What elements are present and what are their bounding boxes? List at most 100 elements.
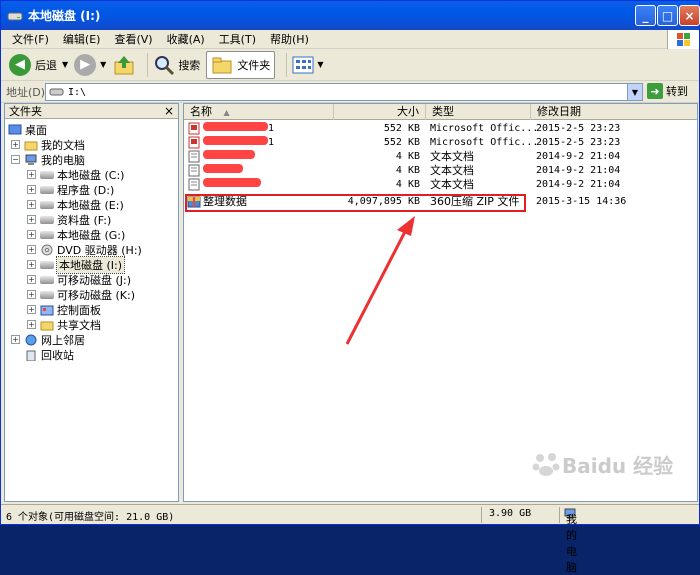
tree-item-dvd-h[interactable]: + DVD 驱动器 (H:)	[27, 242, 142, 257]
file-list-pane: 名称 ▲ 大小 类型 修改日期 1 552 KB Microsoft Offic…	[183, 103, 698, 502]
chevron-down-icon: ▼	[62, 60, 69, 69]
tree-item-recycle-bin[interactable]: 回收站	[24, 347, 74, 362]
expand-icon[interactable]: +	[11, 140, 20, 149]
chevron-down-icon: ▼	[317, 60, 324, 69]
drive-icon	[7, 9, 23, 23]
windows-logo-icon	[667, 30, 699, 49]
close-icon[interactable]: ×	[164, 104, 174, 118]
expand-icon[interactable]: +	[27, 170, 36, 179]
go-button[interactable]: ➜ 转到	[647, 83, 688, 99]
expand-icon[interactable]: +	[27, 290, 36, 299]
control-panel-icon	[40, 305, 54, 315]
menu-favorites[interactable]: 收藏(A)	[160, 31, 212, 47]
menu-tools[interactable]: 工具(T)	[212, 31, 263, 47]
tree-item-my-computer[interactable]: − 我的电脑	[11, 152, 85, 167]
address-label: 地址(D)	[6, 85, 46, 99]
expand-icon[interactable]: +	[27, 200, 36, 209]
views-button[interactable]: ▼	[292, 51, 323, 79]
tree-item-removable-j[interactable]: + 可移动磁盘 (J:)	[27, 272, 131, 287]
forward-button[interactable]: ▶ ▼	[74, 51, 106, 79]
sort-ascending-icon: ▲	[223, 108, 230, 117]
network-icon	[25, 334, 37, 345]
back-arrow-icon: ◀	[9, 53, 31, 76]
menu-file[interactable]: 文件(F)	[5, 31, 56, 47]
column-modified[interactable]: 修改日期	[531, 104, 697, 120]
dvd-drive-icon	[41, 244, 53, 255]
search-button[interactable]: 搜索	[153, 51, 200, 79]
maximize-button[interactable]: □	[657, 5, 678, 26]
explorer-window: 本地磁盘 (I:) _ □ × 文件(F) 编辑(E) 查看(V) 收藏(A) …	[0, 0, 700, 574]
desktop-icon	[8, 124, 22, 134]
redacted-mark	[203, 122, 268, 131]
menu-edit[interactable]: 编辑(E)	[56, 31, 108, 47]
folders-pane: 文件夹 × 桌面 + 我的文档 − 我的电脑 + 本地磁盘 (C:) + 程序盘…	[4, 103, 179, 502]
tree-item-drive-i[interactable]: + 本地磁盘 (I:)	[27, 255, 126, 274]
text-file-icon	[188, 178, 200, 195]
expand-icon[interactable]: +	[27, 320, 36, 329]
file-row[interactable]: 1 552 KB Microsoft Offic... 2015-2-5 23:…	[184, 136, 697, 150]
menu-view[interactable]: 查看(V)	[107, 31, 159, 47]
address-input[interactable]: I:\ ▼	[45, 83, 643, 101]
file-row[interactable]: 4 KB 文本文档 2014-9-2 21:04	[184, 164, 697, 178]
annotation-arrow	[345, 216, 415, 345]
drive-icon	[40, 230, 54, 239]
file-row[interactable]: 1 552 KB Microsoft Offic... 2015-2-5 23:…	[184, 122, 697, 136]
minimize-button[interactable]: _	[635, 5, 656, 26]
redacted-mark	[203, 178, 261, 187]
column-size[interactable]: 大小	[334, 104, 426, 120]
tree-item-drive-e[interactable]: + 本地磁盘 (E:)	[27, 197, 124, 212]
tree-item-control-panel[interactable]: + 控制面板	[27, 302, 101, 317]
redacted-mark	[203, 150, 255, 159]
file-row[interactable]: 4 KB 文本文档 2014-9-2 21:04	[184, 150, 697, 164]
drive-icon	[40, 260, 54, 269]
tree-item-network[interactable]: + 网上邻居	[11, 332, 85, 347]
tree-item-drive-g[interactable]: + 本地磁盘 (G:)	[27, 227, 125, 242]
column-header: 名称 ▲ 大小 类型 修改日期	[184, 104, 697, 120]
column-name[interactable]: 名称 ▲	[184, 104, 334, 120]
tree-item-shared-docs[interactable]: + 共享文档	[27, 317, 101, 332]
expand-icon[interactable]: +	[27, 230, 36, 239]
highlight-box	[185, 194, 526, 212]
tree-item-drive-f[interactable]: + 资料盘 (F:)	[27, 212, 111, 227]
expand-icon[interactable]: +	[27, 260, 36, 269]
expand-icon[interactable]: +	[27, 185, 36, 194]
column-type[interactable]: 类型	[426, 104, 531, 120]
collapse-icon[interactable]: −	[11, 155, 20, 164]
status-divider	[481, 507, 482, 523]
tree-item-desktop[interactable]: 桌面	[8, 122, 47, 137]
up-button[interactable]	[112, 51, 136, 79]
chevron-down-icon: ▼	[100, 60, 107, 69]
expand-icon[interactable]: +	[27, 275, 36, 284]
menu-help[interactable]: 帮助(H)	[263, 31, 316, 47]
status-location: 我的电脑	[563, 508, 577, 574]
tree-item-drive-c[interactable]: + 本地磁盘 (C:)	[27, 167, 124, 182]
close-button[interactable]: ×	[679, 5, 700, 26]
title-bar[interactable]: 本地磁盘 (I:) _ □ ×	[1, 1, 700, 30]
folder-icon	[212, 57, 232, 73]
folders-button[interactable]: 文件夹	[206, 50, 276, 79]
forward-arrow-icon: ▶	[74, 53, 97, 76]
go-arrow-icon: ➜	[647, 83, 663, 99]
toolbar-separator	[147, 52, 149, 77]
address-dropdown-button[interactable]: ▼	[627, 84, 642, 100]
removable-drive-icon	[40, 290, 54, 299]
tree-item-removable-k[interactable]: + 可移动磁盘 (K:)	[27, 287, 135, 302]
removable-drive-icon	[40, 275, 54, 284]
redacted-mark	[203, 164, 243, 173]
status-size: 3.90 GB	[489, 508, 532, 519]
menu-bar: 文件(F) 编辑(E) 查看(V) 收藏(A) 工具(T) 帮助(H)	[1, 30, 699, 49]
folder-icon	[24, 141, 38, 150]
folders-label: 文件夹	[237, 58, 271, 72]
status-objects: 6 个对象(可用磁盘空间: 21.0 GB)	[6, 512, 175, 523]
status-bar: 6 个对象(可用磁盘空间: 21.0 GB) 3.90 GB 我的电脑	[1, 504, 699, 574]
status-divider	[559, 507, 560, 523]
back-button[interactable]: ◀ 后退 ▼	[9, 51, 68, 79]
file-row[interactable]: 4 KB 文本文档 2014-9-2 21:04	[184, 178, 697, 192]
expand-icon[interactable]: +	[27, 305, 36, 314]
expand-icon[interactable]: +	[27, 215, 36, 224]
toolbar: ◀ 后退 ▼ ▶ ▼ 搜索 文件夹 ▼	[1, 49, 699, 81]
tree-item-my-documents[interactable]: + 我的文档	[11, 137, 85, 152]
expand-icon[interactable]: +	[11, 335, 20, 344]
tree-item-drive-d[interactable]: + 程序盘 (D:)	[27, 182, 114, 197]
expand-icon[interactable]: +	[27, 245, 36, 254]
